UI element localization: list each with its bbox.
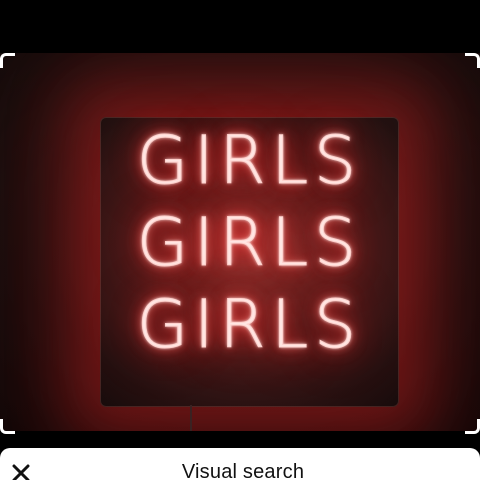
visual-search-screen: GIRLS GIRLS GIRLS Visual search [0, 0, 480, 480]
visual-search-sheet: Visual search [0, 448, 480, 480]
sheet-title: Visual search [181, 461, 305, 480]
crop-handle-bottom-left[interactable] [0, 419, 15, 434]
crop-handle-bottom-right[interactable] [465, 419, 480, 434]
neon-text-line-1: GIRLS [136, 122, 363, 200]
crop-handle-top-right[interactable] [465, 53, 480, 68]
search-image[interactable]: GIRLS GIRLS GIRLS [0, 53, 480, 431]
crop-handle-top-left[interactable] [0, 53, 15, 68]
neon-text-line-2: GIRLS [136, 204, 363, 282]
power-cable [190, 405, 192, 431]
neon-text-line-3: GIRLS [136, 286, 363, 364]
neon-sign-panel: GIRLS GIRLS GIRLS [100, 117, 399, 407]
